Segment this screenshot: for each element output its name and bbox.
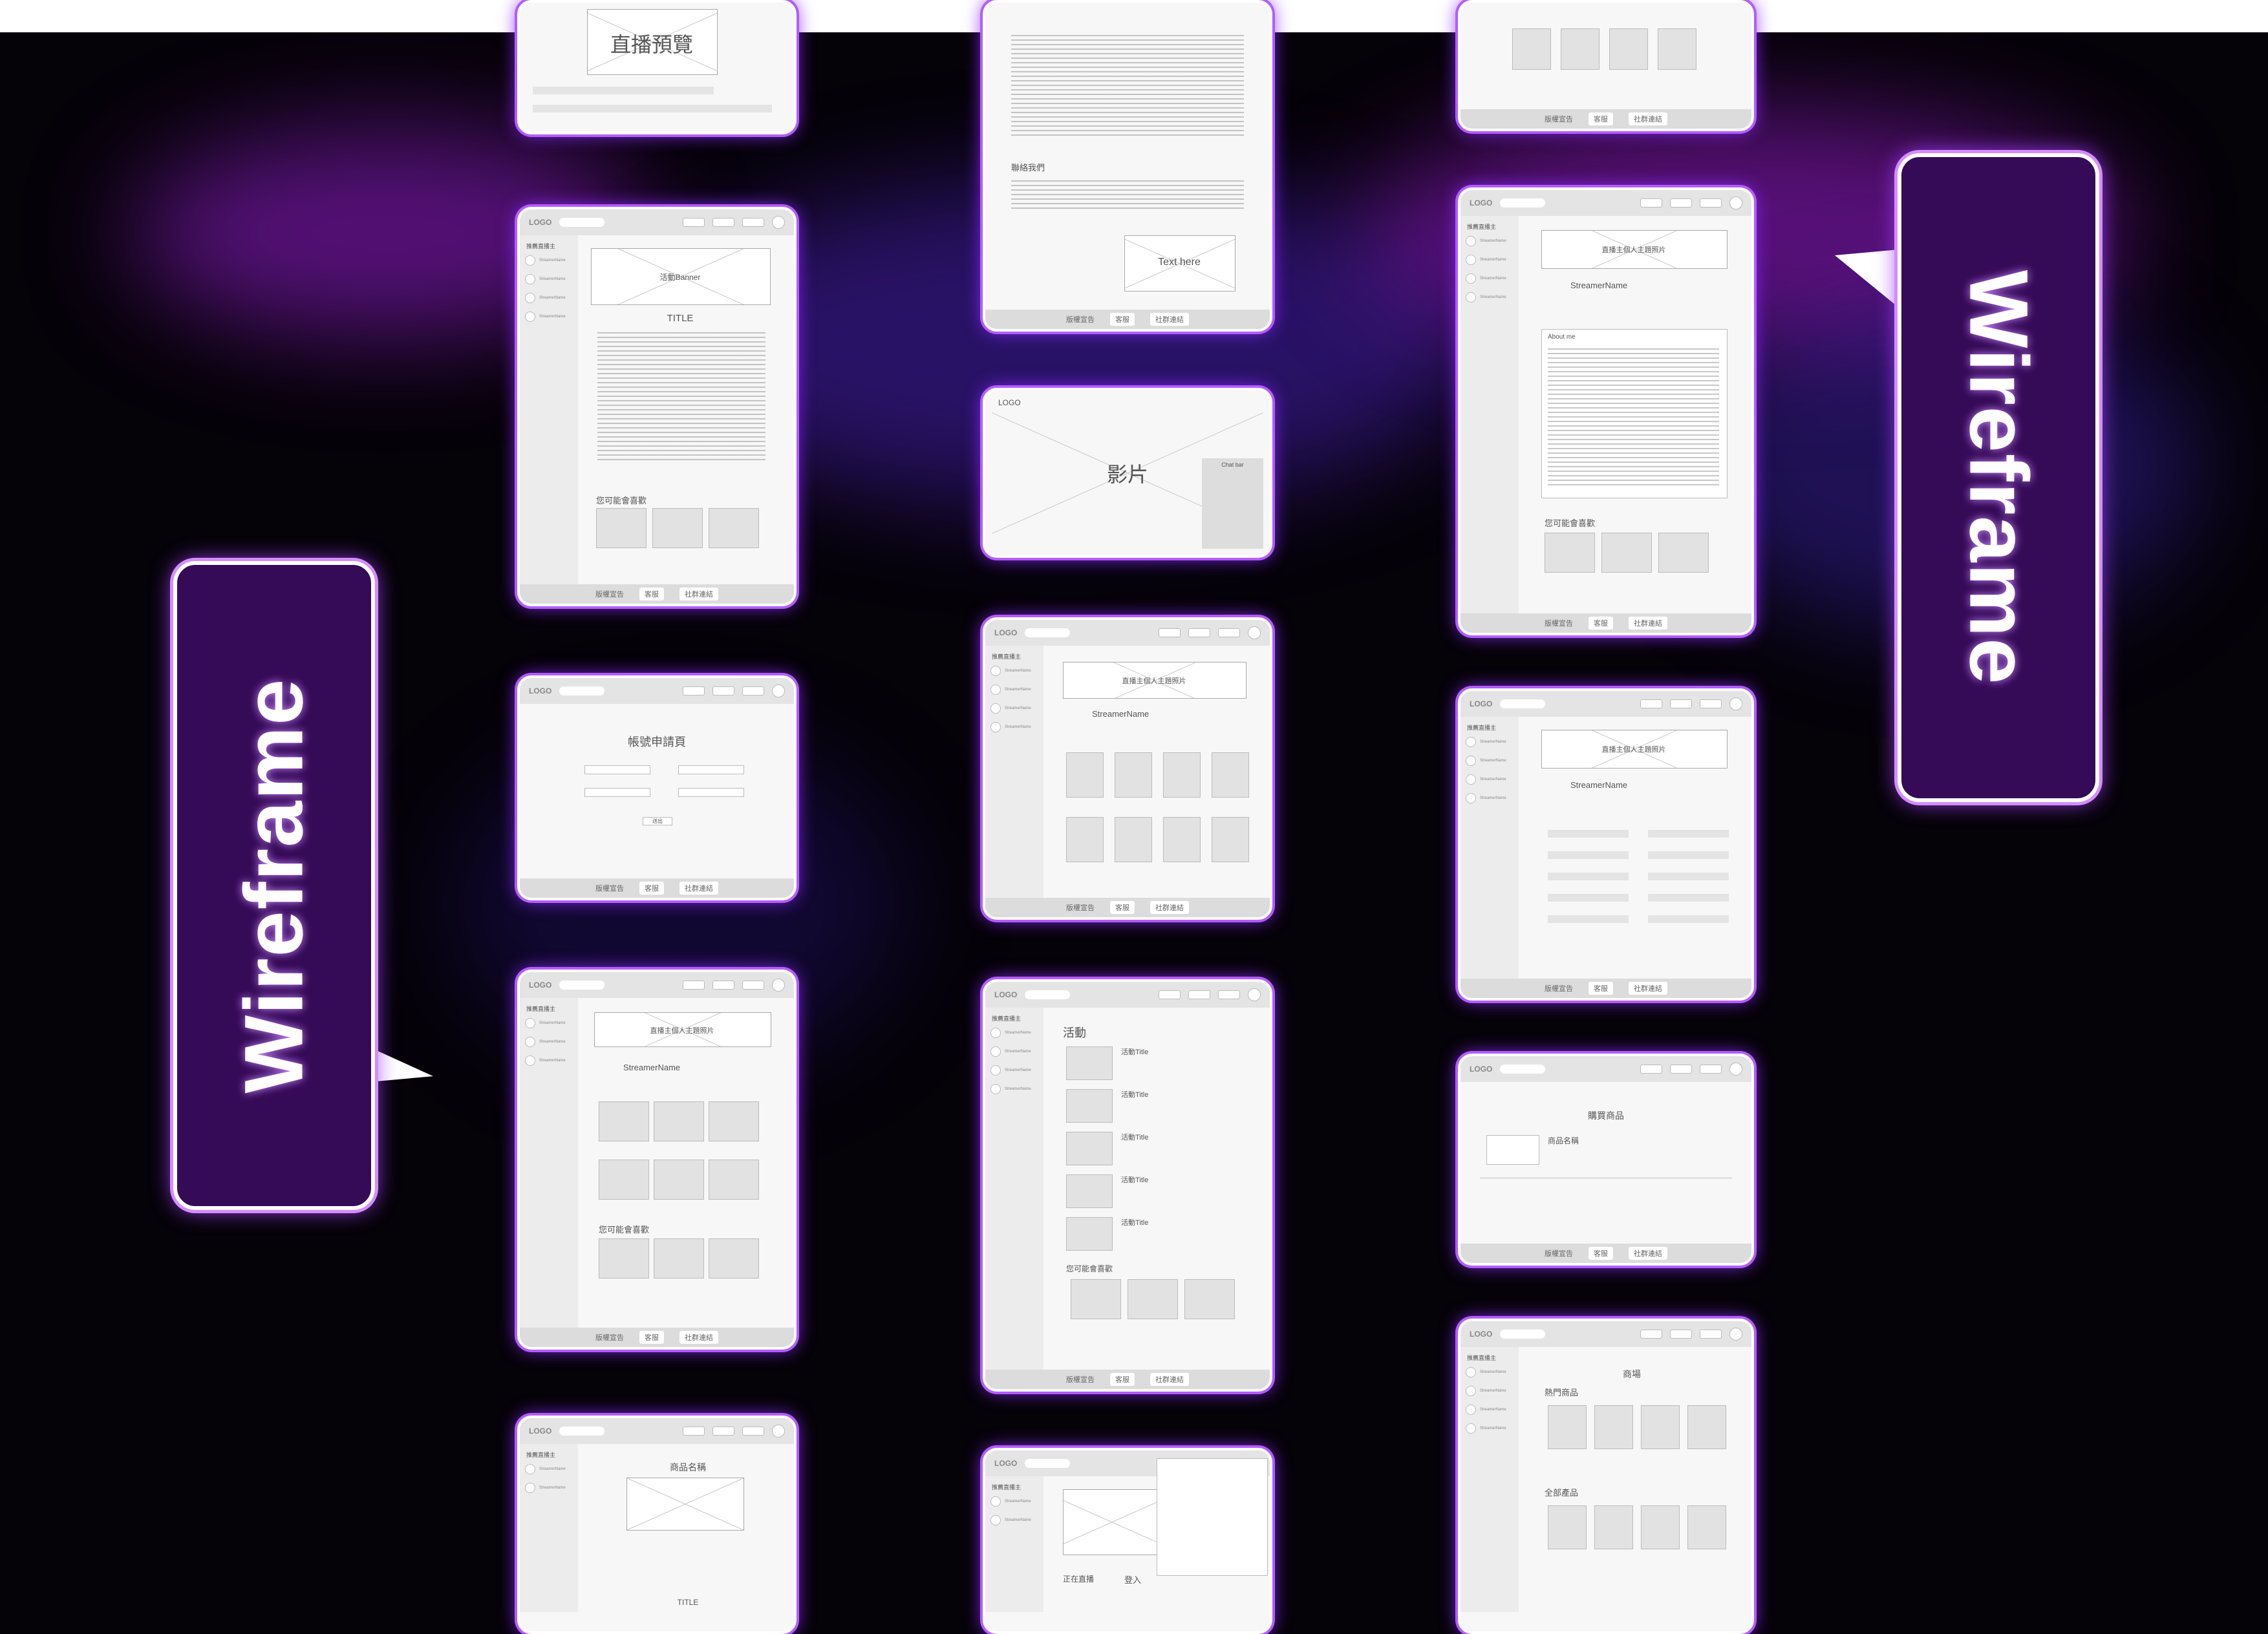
card-signup: LOGO 帳號申請頁 送出 版權宣告 客服 社群連結: [517, 675, 797, 900]
live-preview-title: 直播預覽: [610, 33, 693, 56]
streamer-name: StreamerName: [623, 1063, 681, 1072]
card-purchase: LOGO 購買商品 商品名稱 版權宣告 客服 社群連結: [1458, 1054, 1754, 1266]
search-input[interactable]: [559, 218, 605, 227]
submit-button[interactable]: 送出: [643, 817, 672, 825]
card-live-preview: 直播預覽: [517, 0, 797, 134]
wireframe-label-right: Wireframe: [1898, 153, 2099, 802]
card-shop-profile: LOGO 推薦直播主 StreamerName StreamerName Stream…: [983, 617, 1272, 920]
card-mall: LOGO 推薦直播主 StreamerName StreamerName Stream…: [1458, 1319, 1754, 1634]
avatar[interactable]: [772, 216, 785, 229]
wireframe-label-left: Wireframe: [173, 561, 375, 1210]
logo: LOGO: [529, 218, 552, 227]
card-video: LOGO 影片 Chat bar: [983, 388, 1272, 558]
support-link[interactable]: 客服: [639, 588, 664, 600]
social-link[interactable]: 社群連結: [679, 588, 718, 600]
card-streamer-profile: LOGO 推薦直播主 StreamerName StreamerName Stream…: [517, 970, 797, 1350]
card-settings: LOGO 推薦直播主 StreamerName StreamerName Stream…: [1458, 688, 1754, 1001]
article-body: [597, 332, 765, 462]
logo: LOGO: [529, 686, 552, 695]
card-contact: 聯絡我們 Text here 版權宣告 客服 社群連結: [983, 0, 1272, 332]
card-about: LOGO 推薦直播主 StreamerName StreamerName Stream…: [1458, 187, 1754, 635]
signup-title: 帳號申請頁: [628, 736, 686, 748]
card-top-right: 版權宣告 客服 社群連結: [1458, 0, 1754, 131]
right-bubble-tail: [1835, 249, 1906, 313]
card-product-detail: LOGO 推薦直播主 StreamerName StreamerName 商品名稱 …: [517, 1416, 797, 1634]
card-events: LOGO 推薦直播主 StreamerName StreamerName Stream…: [983, 979, 1272, 1392]
sidebar: 推薦直播主 StreamerName StreamerName Streamer…: [520, 235, 578, 584]
footer: 版權宣告 客服 社群連結: [520, 584, 794, 604]
article-title: TITLE: [667, 313, 694, 324]
card-event-article: LOGO 推薦直播主 StreamerName StreamerName Str…: [517, 207, 797, 606]
card-login: LOGO 推薦直播主 StreamerName StreamerName 正在直播 …: [983, 1448, 1272, 1634]
